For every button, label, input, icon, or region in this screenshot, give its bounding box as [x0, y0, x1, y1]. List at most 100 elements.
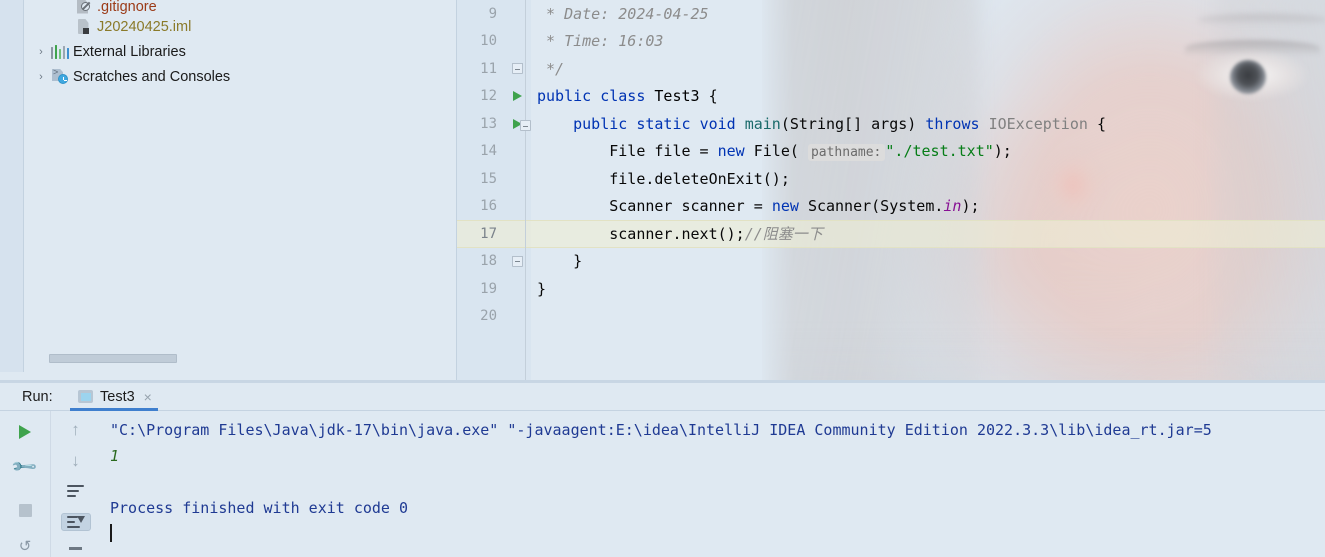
dash-icon — [69, 547, 82, 551]
soft-wrap-icon — [67, 484, 84, 498]
run-tab-test3[interactable]: Test3 × — [70, 383, 158, 411]
ide-window: › .gitignore › J20240425.iml › — [0, 0, 1325, 557]
code-line[interactable]: 14 File file = new File( pathname: "./tes… — [457, 138, 1325, 166]
code-line[interactable]: 11 */ — [457, 55, 1325, 83]
fold-end-icon[interactable] — [511, 63, 523, 75]
run-tool-window: Run: Test3 × 🔧 ↺ ↑ ↓ "C:\Program Files\J… — [0, 383, 1325, 557]
run-play-icon[interactable] — [512, 91, 522, 102]
stop-button[interactable] — [10, 500, 40, 522]
scrollbar-thumb[interactable] — [49, 354, 177, 363]
code-lines: 9 * Date: 2024-04-25 10 * Time: 16:03 11… — [457, 0, 1325, 380]
line-number: 12 — [480, 88, 497, 105]
code-token: new — [771, 197, 799, 216]
soft-wrap-button[interactable] — [61, 483, 91, 499]
fold-guide-line — [525, 0, 526, 380]
tree-item-gitignore[interactable]: › .gitignore — [24, 0, 456, 14]
project-left-strip — [0, 0, 24, 372]
tree-item-iml[interactable]: › J20240425.iml — [24, 14, 456, 39]
code-token: void — [699, 114, 736, 133]
run-label: Run: — [22, 388, 53, 405]
scroll-to-end-button[interactable] — [60, 513, 91, 531]
code-token: File( — [753, 142, 799, 161]
fold-start-icon[interactable] — [520, 120, 531, 131]
arrow-down-icon: ↓ — [71, 451, 80, 470]
console-output[interactable]: "C:\Program Files\Java\jdk-17\bin\java.e… — [100, 411, 1325, 557]
line-number: 9 — [488, 5, 497, 22]
parameter-hint: pathname: — [807, 144, 886, 162]
code-line[interactable]: 16 Scanner scanner = new Scanner(System.… — [457, 193, 1325, 221]
fold-start-marker[interactable] — [520, 120, 531, 131]
code-token: */ — [537, 59, 565, 78]
fold-marker[interactable] — [503, 63, 531, 75]
rerun-failed-button[interactable]: ↺ — [10, 536, 40, 557]
code-line[interactable]: 10 * Time: 16:03 — [457, 28, 1325, 56]
prev-occurrence-button[interactable]: ↑ — [61, 421, 91, 438]
code-line[interactable]: 20 — [457, 303, 1325, 331]
code-line[interactable]: 12 public class Test3 { — [457, 83, 1325, 111]
iml-file-icon — [74, 19, 94, 34]
text-caret — [110, 524, 112, 542]
line-number: 16 — [480, 198, 497, 215]
tree-item-label: .gitignore — [97, 0, 157, 14]
code-token: { — [1096, 114, 1106, 133]
code-line[interactable]: 13 public static void main(String[] args… — [457, 110, 1325, 138]
print-button[interactable] — [61, 541, 91, 557]
horizontal-splitter[interactable] — [0, 380, 1325, 383]
code-line[interactable]: 19 } — [457, 275, 1325, 303]
scroll-to-end-icon — [67, 515, 85, 529]
code-token: Scanner scanner = — [609, 197, 772, 216]
code-token: IOException — [988, 114, 1088, 133]
rerun-button[interactable] — [10, 421, 40, 443]
wrench-icon: 🔧 — [10, 452, 39, 482]
code-line[interactable]: 15 file.deleteOnExit(); — [457, 165, 1325, 193]
tree-item-scratches-and-consoles[interactable]: › Scratches and Consoles — [24, 64, 456, 89]
chevron-right-icon[interactable]: › — [32, 64, 50, 89]
line-number: 14 — [480, 143, 497, 160]
rerun-icon — [19, 424, 31, 439]
tree-item-external-libraries[interactable]: › External Libraries — [24, 39, 456, 64]
code-token: static — [636, 114, 691, 133]
code-token: Scanner(System. — [807, 197, 944, 216]
code-token: * Time: 16:03 — [537, 32, 664, 51]
line-number: 18 — [480, 253, 497, 270]
run-gutter-button[interactable] — [503, 91, 531, 102]
code-token: } — [573, 252, 583, 271]
fold-marker[interactable] — [503, 255, 531, 267]
code-token: file.deleteOnExit(); — [609, 169, 790, 188]
project-tool-window: › .gitignore › J20240425.iml › — [0, 0, 456, 380]
run-body: 🔧 ↺ ↑ ↓ "C:\Program Files\Java\jdk-17\bi… — [0, 411, 1325, 557]
run-tab-label: Test3 — [100, 388, 135, 405]
chevron-right-icon: › — [56, 0, 74, 14]
vertical-splitter[interactable] — [456, 0, 457, 380]
code-editor[interactable]: 9 * Date: 2024-04-25 10 * Time: 16:03 11… — [457, 0, 1325, 380]
code-line[interactable]: 18 } — [457, 248, 1325, 276]
console-command-line: "C:\Program Files\Java\jdk-17\bin\java.e… — [110, 421, 1212, 439]
code-token: public — [573, 114, 628, 133]
code-line-current[interactable]: 17 scanner.next();//阻塞一下 — [457, 220, 1325, 248]
line-number: 17 — [480, 225, 497, 242]
stop-icon — [18, 504, 32, 518]
scratches-consoles-icon — [50, 69, 70, 84]
run-header: Run: Test3 × — [0, 383, 1325, 411]
code-token: "./test.txt" — [885, 142, 994, 161]
code-line[interactable]: 9 * Date: 2024-04-25 — [457, 0, 1325, 28]
code-token: scanner.next(); — [609, 225, 745, 244]
close-icon[interactable]: × — [142, 389, 152, 405]
code-token: } — [537, 279, 547, 298]
line-number: 10 — [480, 33, 497, 50]
line-number: 20 — [480, 308, 497, 325]
code-token: Test3 — [654, 87, 700, 106]
code-token: ); — [993, 142, 1012, 161]
console-program-output: 1 — [110, 447, 120, 465]
tree-item-label: J20240425.iml — [97, 18, 192, 35]
next-occurrence-button[interactable]: ↓ — [61, 452, 91, 469]
run-toolbar-right-column: ↑ ↓ — [50, 411, 100, 557]
run-toolbar-left-column: 🔧 ↺ — [0, 411, 50, 557]
code-token: public — [537, 87, 592, 106]
project-tree: › .gitignore › J20240425.iml › — [24, 0, 456, 372]
edit-configuration-button[interactable]: 🔧 — [10, 453, 40, 481]
console-caret-line — [110, 521, 1325, 547]
project-horizontal-scrollbar[interactable] — [49, 353, 456, 364]
fold-end-icon[interactable] — [511, 255, 523, 267]
chevron-right-icon[interactable]: › — [32, 39, 50, 64]
